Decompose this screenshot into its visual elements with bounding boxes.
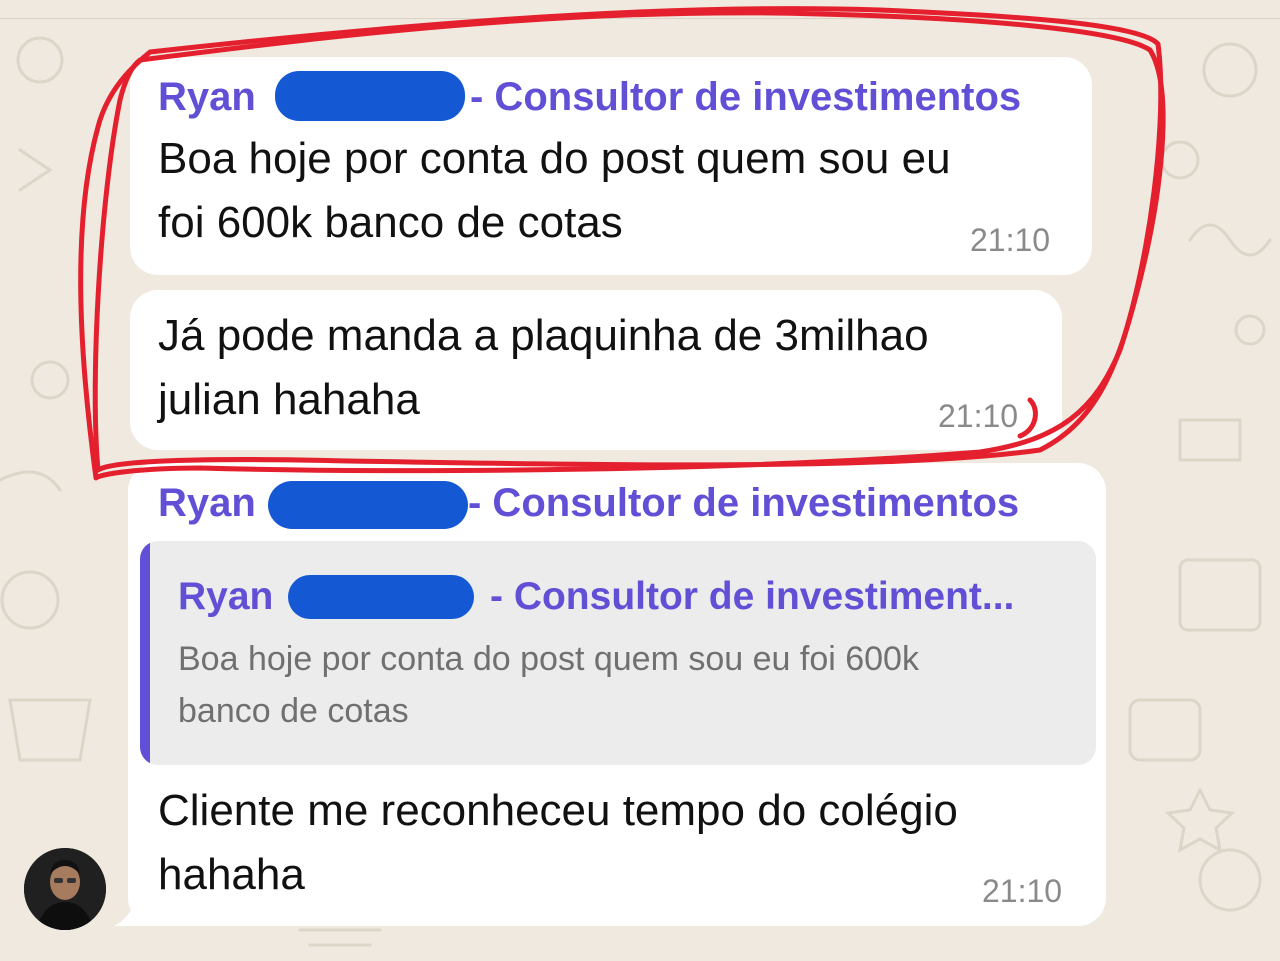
- redacted-surname: [275, 71, 465, 121]
- message-line-1: Já pode manda a plaquinha de 3milhao: [158, 311, 929, 360]
- sender-role: - Consultor de investimentos: [470, 75, 1022, 119]
- avatar[interactable]: [24, 848, 106, 930]
- top-divider: [0, 18, 1280, 19]
- message-bubble-3[interactable]: Ryan - Consultor de investimentos Ryan -…: [128, 463, 1106, 926]
- quoted-sender-role: - Consultor de investiment...: [490, 575, 1015, 618]
- message-line-1: Boa hoje por conta do post quem sou eu: [158, 134, 951, 183]
- message-bubble-1[interactable]: Ryan - Consultor de investimentos Boa ho…: [130, 57, 1092, 275]
- quoted-text-line-1: Boa hoje por conta do post quem sou eu f…: [178, 640, 919, 678]
- sender-role: - Consultor de investimentos: [468, 481, 1020, 525]
- quote-accent-bar: [140, 541, 150, 765]
- message-time: 21:10: [982, 873, 1063, 909]
- message-time: 21:10: [970, 222, 1051, 258]
- message-line-2: julian hahaha: [158, 375, 420, 424]
- redacted-surname: [268, 481, 468, 529]
- quoted-reply[interactable]: Ryan - Consultor de investiment... Boa h…: [140, 541, 1096, 765]
- profile-photo-icon: [24, 848, 106, 930]
- bubble-tail: [114, 890, 152, 926]
- message-line-1: Cliente me reconheceu tempo do colégio: [158, 786, 958, 835]
- message-line-2: hahaha: [158, 850, 305, 899]
- sender-first-name: Ryan: [158, 75, 256, 119]
- sender-name[interactable]: Ryan: [158, 481, 256, 526]
- quoted-text-line-2: banco de cotas: [178, 692, 409, 730]
- message-line-2: foi 600k banco de cotas: [158, 198, 623, 247]
- message-bubble-2[interactable]: Já pode manda a plaquinha de 3milhao jul…: [130, 290, 1062, 450]
- message-time: 21:10: [938, 398, 1019, 434]
- redacted-surname: [288, 575, 474, 619]
- sender-name[interactable]: Ryan: [158, 75, 256, 120]
- sender-first-name: Ryan: [158, 481, 256, 525]
- quoted-sender-name: Ryan: [178, 575, 274, 618]
